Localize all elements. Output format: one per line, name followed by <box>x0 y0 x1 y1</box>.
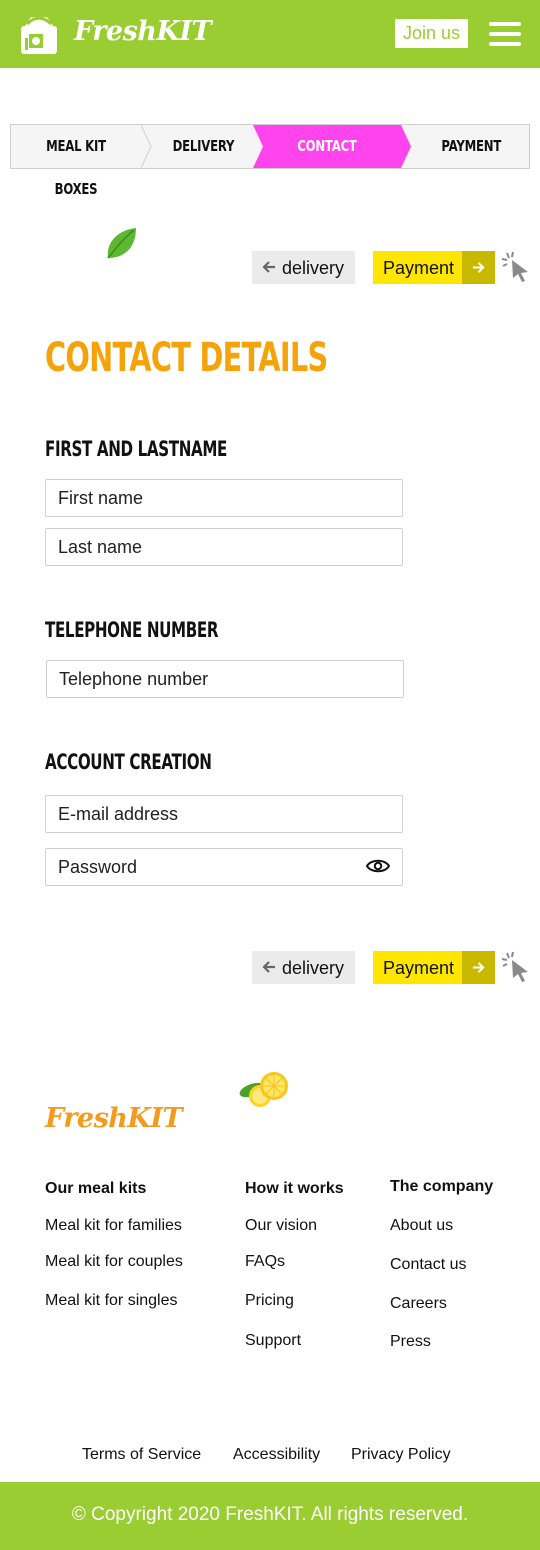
footer-heading-meal-kits: Our meal kits <box>45 1180 147 1197</box>
next-payment-button-bottom[interactable]: Payment <box>373 951 495 984</box>
back-to-delivery-button[interactable]: delivery <box>252 251 355 284</box>
terms-of-service-link[interactable]: Terms of Service <box>82 1446 201 1464</box>
step-divider-icon <box>141 125 152 168</box>
last-name-input[interactable] <box>45 528 403 566</box>
footer-brand-logo[interactable]: FreshKIT <box>45 1103 183 1134</box>
first-name-input[interactable] <box>45 479 403 517</box>
site-header: FreshKIT Join us <box>0 0 540 68</box>
footer-heading-company: The company <box>390 1178 494 1195</box>
step-meal-kit-boxes[interactable]: MEAL KIT BOXES <box>11 125 141 198</box>
logo-bag-icon[interactable] <box>17 14 61 56</box>
footer-link-press[interactable]: Press <box>390 1333 431 1351</box>
basil-leaf-icon <box>107 228 136 259</box>
name-section-title: FIRST AND LASTNAME <box>45 437 228 461</box>
arrow-right-icon <box>462 251 495 284</box>
footer-link-couples[interactable]: Meal kit for couples <box>45 1253 183 1271</box>
brand-logo[interactable]: FreshKIT <box>74 16 212 47</box>
next-label: Payment <box>383 258 455 278</box>
arrow-right-icon <box>462 951 495 984</box>
arrow-left-icon <box>262 961 275 973</box>
footer-heading-how-it-works: How it works <box>245 1180 344 1197</box>
footer-link-contact[interactable]: Contact us <box>390 1256 466 1274</box>
next-payment-button[interactable]: Payment <box>373 251 495 284</box>
footer-link-careers[interactable]: Careers <box>390 1295 447 1313</box>
footer-link-pricing[interactable]: Pricing <box>245 1292 294 1310</box>
password-input[interactable] <box>45 848 403 886</box>
footer-link-support[interactable]: Support <box>245 1332 301 1350</box>
step-contact-details[interactable]: CONTACT DETAILS <box>253 125 401 198</box>
step-payment[interactable]: PAYMENT <box>413 125 529 168</box>
footer-link-families[interactable]: Meal kit for families <box>45 1217 182 1235</box>
back-to-delivery-button-bottom[interactable]: delivery <box>252 951 355 984</box>
footer-link-faqs[interactable]: FAQs <box>245 1253 285 1271</box>
back-label: delivery <box>282 958 345 978</box>
step-divider-icon <box>253 125 263 168</box>
back-label: delivery <box>282 258 345 278</box>
phone-section-title: TELEPHONE NUMBER <box>45 618 219 642</box>
footer-bar: © Copyright 2020 FreshKIT. All rights re… <box>0 1482 540 1550</box>
accessibility-link[interactable]: Accessibility <box>233 1446 320 1464</box>
telephone-input[interactable] <box>46 660 404 698</box>
click-cursor-icon <box>501 251 528 282</box>
footer-link-singles[interactable]: Meal kit for singles <box>45 1292 178 1310</box>
checkout-stepper: MEAL KIT BOXES DELIVERY CONTACT DETAILS … <box>10 124 530 198</box>
show-password-eye-icon[interactable] <box>366 857 390 875</box>
account-section-title: ACCOUNT CREATION <box>45 750 212 774</box>
lemon-illustration-icon <box>239 1072 288 1107</box>
join-us-button[interactable]: Join us <box>395 19 468 48</box>
step-active-arrow-icon <box>401 125 411 168</box>
next-label: Payment <box>383 958 455 978</box>
footer-link-about[interactable]: About us <box>390 1217 453 1235</box>
footer-link-vision[interactable]: Our vision <box>245 1217 317 1235</box>
click-cursor-icon <box>501 951 528 982</box>
copyright-text: © Copyright 2020 FreshKIT. All rights re… <box>71 1504 469 1525</box>
hamburger-icon[interactable] <box>489 22 521 46</box>
page-title: CONTACT DETAILS <box>45 335 328 381</box>
step-delivery[interactable]: DELIVERY <box>153 125 253 168</box>
arrow-left-icon <box>262 261 275 273</box>
email-input[interactable] <box>45 795 403 833</box>
privacy-policy-link[interactable]: Privacy Policy <box>351 1446 451 1464</box>
